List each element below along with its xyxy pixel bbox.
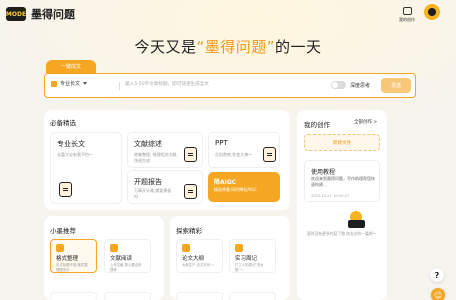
aigc-title: 降AIGC (214, 179, 237, 186)
recommend-item-next[interactable] (50, 292, 97, 300)
composer-bar: 专业长文 输入5-50字文章标题，即可快速生成全文 深度思考 发送 (44, 73, 416, 98)
explore-item-weekly[interactable]: 实习周记 打工人的周记"流水 账"～ (229, 239, 276, 273)
doc-title: 使用教程 (311, 169, 336, 176)
doc-time: 2024-10-21 10:55:27 (311, 194, 350, 198)
explore-title: 探索精彩 (176, 227, 202, 235)
essential-item-proposal-report[interactable]: 开题报告 万事开头难,需要模板 吗 (127, 170, 203, 204)
item-desc: 万事开头难,需要模板 吗 (134, 188, 172, 199)
tab-one-click-write[interactable]: 一键成文 (46, 60, 96, 73)
item-desc: 论文标题不规,格式整 理服务中 (56, 263, 88, 272)
logo-mark: MODE (6, 7, 26, 21)
item-title: 专业长文 (57, 140, 85, 148)
user-float-button[interactable]: ☺ (431, 288, 445, 300)
book-icon (184, 147, 197, 162)
explore-item-next[interactable] (176, 292, 223, 300)
mascot-illustration (348, 211, 365, 228)
item-desc: 打工人的周记"流水 账"～ (235, 263, 264, 272)
deep-think-toggle[interactable] (331, 81, 346, 89)
item-desc: 上传文献,核心要点秒 提炼 (110, 263, 142, 272)
presentation-icon (263, 147, 276, 162)
app-logo[interactable]: MODE 墨得问题 (6, 6, 75, 22)
doc-desc: 欢迎来到墨得问题，写作助理帮您快速构建... (311, 176, 375, 187)
title-suffix: 的一天 (275, 38, 322, 56)
item-desc: 收集整理, 梳理相关文献, 快速生成 (134, 152, 178, 163)
item-desc: 大纲生产,论文无忧～ (182, 263, 214, 267)
item-title: 论文大纲 (182, 256, 205, 262)
aigc-desc: 精准降重·同时降低AIGC (214, 187, 258, 192)
toggle-knob (332, 82, 338, 88)
my-works-button[interactable]: 我的创作 (396, 7, 418, 23)
title-highlight: “墨得问题” (196, 38, 276, 56)
item-desc: 告别熬夜,秒变大神～ (215, 152, 253, 157)
reading-icon (110, 244, 118, 252)
deep-think-label: 深度思考 (350, 83, 371, 89)
recommend-title: 小墨推荐 (50, 227, 76, 235)
page-title: 今天又是“墨得问题”的一天 (0, 36, 456, 57)
reduce-aigc-button[interactable]: 降AIGC 精准降重·同时降低AIGC (208, 172, 280, 202)
help-button[interactable]: ? (430, 268, 444, 282)
item-title: 实习周记 (235, 256, 258, 262)
item-title: 文献综述 (134, 140, 162, 148)
document-pen-icon (59, 182, 72, 197)
format-icon (56, 244, 64, 252)
avatar[interactable] (424, 4, 440, 20)
title-prefix: 今天又是 (134, 38, 197, 56)
item-title: 文献阅读 (110, 256, 133, 262)
essential-item-ppt[interactable]: PPT 告别熬夜,秒变大神～ (208, 132, 280, 168)
divider (119, 82, 120, 90)
send-button[interactable]: 发送 (381, 78, 411, 93)
type-select-value: 专业长文 (60, 81, 81, 87)
recommend-item-next[interactable] (104, 292, 151, 300)
item-desc: 长篇大论有我不怕～ (57, 152, 93, 157)
pen-icon (51, 80, 57, 87)
explore-item-outline[interactable]: 论文大纲 大纲生产,论文无忧～ (176, 239, 223, 273)
mascot-icon (428, 8, 436, 16)
logo-text: 墨得问题 (31, 8, 75, 21)
chevron-down-icon (83, 82, 88, 85)
top-bar: MODE 墨得问题 我的创作 (0, 0, 456, 30)
type-select[interactable]: 专业长文 (51, 80, 88, 87)
weekly-icon (235, 244, 243, 252)
essentials-title: 必备精选 (50, 119, 76, 127)
empty-state-text: 暂时没有更多内容了哦,快去创作一篇吧～ (307, 231, 377, 236)
new-file-button[interactable]: 新建文件 (304, 134, 380, 151)
explore-item-next[interactable] (229, 292, 276, 300)
composer: 一键成文 专业长文 输入5-50字文章标题，即可快速生成全文 深度思考 发送 (44, 60, 416, 98)
report-icon (184, 184, 197, 199)
view-all-link[interactable]: 全部创作 > (354, 119, 377, 125)
essential-item-literature-review[interactable]: 文献综述 收集整理, 梳理相关文献, 快速生成 (127, 132, 203, 168)
recommend-item-format[interactable]: 格式整理 论文标题不规,格式整 理服务中 (50, 239, 97, 273)
my-works-label: 我的创作 (398, 18, 416, 23)
my-works-title: 我的创作 (304, 121, 330, 129)
outline-icon (182, 244, 190, 252)
item-title: 开题报告 (134, 178, 162, 186)
folder-icon (402, 7, 412, 15)
item-title: 格式整理 (56, 256, 79, 262)
essential-item-long-article[interactable]: 专业长文 长篇大论有我不怕～ (50, 132, 122, 204)
document-card[interactable]: 使用教程 欢迎来到墨得问题，写作助理帮您快速构建... 2024-10-21 1… (304, 160, 380, 202)
recommend-item-reading[interactable]: 文献阅读 上传文献,核心要点秒 提炼 (104, 239, 151, 273)
item-title: PPT (215, 139, 228, 147)
title-input[interactable]: 输入5-50字文章标题，即可快速生成全文 (125, 81, 209, 87)
